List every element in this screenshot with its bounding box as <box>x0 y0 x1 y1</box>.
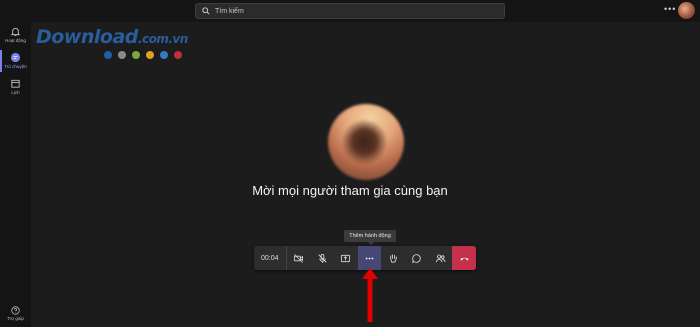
search-placeholder: Tìm kiếm <box>215 7 244 15</box>
search-input[interactable]: Tìm kiếm <box>195 3 505 19</box>
chat-button[interactable] <box>405 246 429 270</box>
more-options-icon <box>365 257 374 259</box>
logo-domain: .com.vn <box>137 32 188 46</box>
share-screen-button[interactable] <box>334 246 358 270</box>
download-watermark-logo: Download.com.vn <box>36 27 188 59</box>
mic-toggle-button[interactable] <box>310 246 334 270</box>
logo-dot <box>132 51 140 59</box>
chat-icon <box>412 253 422 263</box>
calendar-icon <box>11 79 20 88</box>
participant-avatar <box>328 104 404 180</box>
participants-button[interactable] <box>429 246 453 270</box>
help-label: Trợ giúp <box>7 316 24 321</box>
logo-dot <box>160 51 168 59</box>
chat-icon <box>10 52 21 63</box>
mic-off-icon <box>317 253 327 263</box>
phone-hangup-icon <box>460 257 469 260</box>
red-arrow-annotation <box>362 268 378 322</box>
hang-up-button[interactable] <box>452 246 477 270</box>
share-screen-icon <box>341 254 351 262</box>
more-actions-button[interactable] <box>357 246 382 270</box>
camera-toggle-button[interactable] <box>287 246 311 270</box>
rail-item-chat[interactable]: Trò chuyện <box>0 52 31 69</box>
logo-brand: Download <box>36 26 138 48</box>
logo-dot <box>146 51 154 59</box>
title-bar: Tìm kiếm ••• <box>0 0 700 22</box>
rail-item-label: Lịch <box>11 90 20 95</box>
more-options-icon[interactable]: ••• <box>664 5 676 14</box>
search-icon <box>202 7 210 15</box>
help-icon <box>11 306 20 315</box>
call-timer: 00:04 <box>261 254 279 262</box>
avatar[interactable] <box>678 2 695 19</box>
camera-off-icon <box>293 253 303 263</box>
logo-dots <box>104 51 188 59</box>
raise-hand-icon <box>389 253 397 263</box>
invite-message: Mời mọi người tham gia cùng bạn <box>252 183 448 198</box>
logo-dot <box>174 51 182 59</box>
bell-icon <box>10 27 21 36</box>
help-button[interactable]: Trợ giúp <box>0 306 31 321</box>
rail-item-label: Trò chuyện <box>4 64 27 69</box>
rail-item-label: Hoạt động <box>5 38 26 43</box>
rail-item-calendar[interactable]: Lịch <box>0 78 31 95</box>
logo-dot <box>104 51 112 59</box>
logo-dot <box>118 51 126 59</box>
app-rail: Hoạt động Trò chuyện Lịch <box>0 22 31 327</box>
more-actions-tooltip: Thêm hành động <box>344 230 396 245</box>
raise-hand-button[interactable] <box>381 246 405 270</box>
participants-icon <box>435 254 446 262</box>
call-controls-bar: 00:04 <box>254 246 477 270</box>
rail-item-activity[interactable]: Hoạt động <box>0 26 31 43</box>
